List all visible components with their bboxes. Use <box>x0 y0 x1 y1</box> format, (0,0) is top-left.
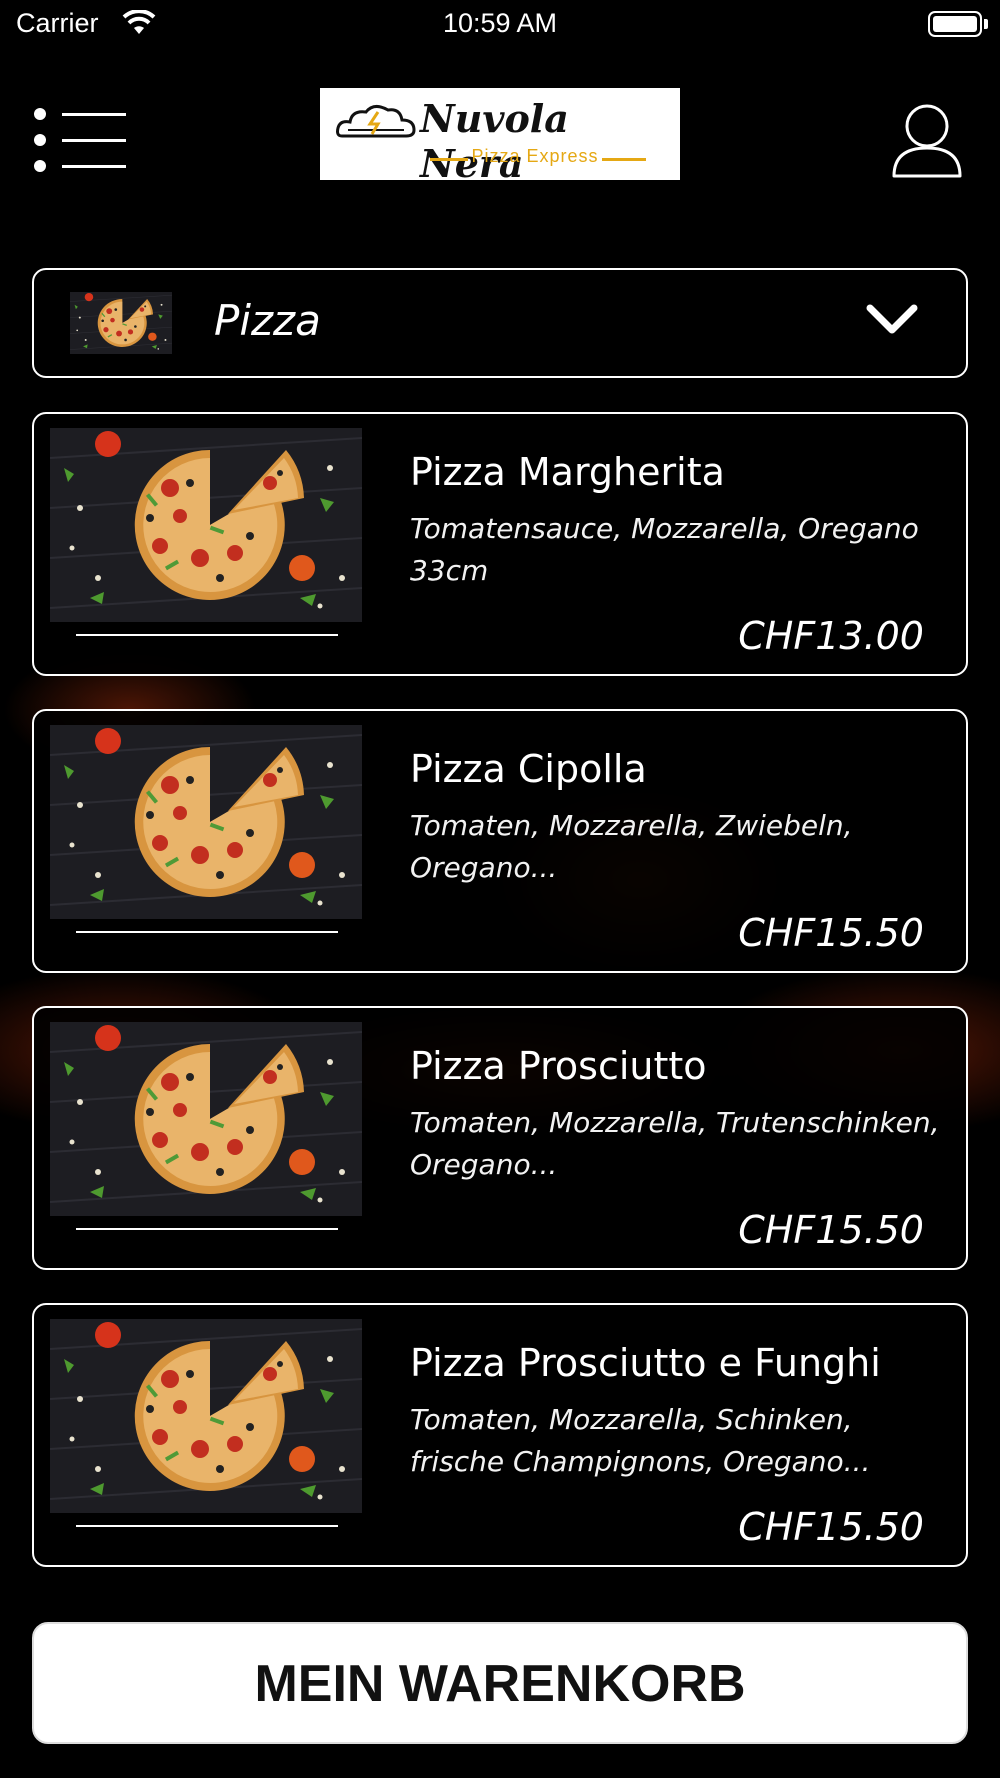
category-label: Pizza <box>214 296 321 345</box>
battery-tip <box>984 19 988 29</box>
image-divider <box>76 931 338 933</box>
product-name: Pizza Cipolla <box>410 747 647 791</box>
cart-button-label: MEIN WARENKORB <box>254 1655 746 1713</box>
logo-tagline: Pizza Express <box>471 146 599 166</box>
product-card[interactable]: Pizza Cipolla Tomaten, Mozzarella, Zwieb… <box>32 709 968 973</box>
brand-logo[interactable]: Nuvola Nera Pizza Express <box>320 88 680 186</box>
product-description: Tomaten, Mozzarella, Trutenschinken, Ore… <box>410 1106 940 1181</box>
product-image <box>50 428 362 622</box>
product-price: CHF15.50 <box>738 911 924 955</box>
cart-button[interactable]: MEIN WARENKORB <box>32 1622 968 1744</box>
category-dropdown[interactable]: Pizza <box>32 268 968 378</box>
product-name: Pizza Prosciutto <box>410 1044 707 1088</box>
user-profile-icon[interactable] <box>890 102 964 180</box>
product-description: Tomaten, Mozzarella, Schinken, frische C… <box>410 1403 871 1478</box>
image-divider <box>76 1525 338 1527</box>
product-card[interactable]: Pizza Margherita Tomatensauce, Mozzarell… <box>32 412 968 676</box>
product-name: Pizza Prosciutto e Funghi <box>410 1341 881 1385</box>
product-card[interactable]: Pizza Prosciutto Tomaten, Mozzarella, Tr… <box>32 1006 968 1270</box>
category-thumbnail <box>70 292 172 354</box>
product-image <box>50 1022 362 1216</box>
chevron-down-icon[interactable] <box>864 300 920 340</box>
logo-name: Nuvola Nera <box>420 96 569 186</box>
logo-rule-left <box>430 158 468 161</box>
image-divider <box>76 634 338 636</box>
product-image <box>50 725 362 919</box>
clock: 10:59 AM <box>442 8 558 38</box>
product-price: CHF13.00 <box>738 614 924 658</box>
logo-rule-right <box>602 158 646 161</box>
product-description: Tomaten, Mozzarella, Zwiebeln, Oregano..… <box>410 809 853 884</box>
menu-icon[interactable] <box>34 104 126 172</box>
product-description: Tomatensauce, Mozzarella, Oregano 33cm <box>410 512 919 587</box>
battery-icon <box>928 11 982 37</box>
status-bar: Carrier 10:59 AM <box>0 0 1000 50</box>
product-price: CHF15.50 <box>738 1208 924 1252</box>
product-card[interactable]: Pizza Prosciutto e Funghi Tomaten, Mozza… <box>32 1303 968 1567</box>
product-name: Pizza Margherita <box>410 450 725 494</box>
product-image <box>50 1319 362 1513</box>
product-price: CHF15.50 <box>738 1505 924 1549</box>
cloud-logo-icon <box>336 105 416 138</box>
image-divider <box>76 1228 338 1230</box>
